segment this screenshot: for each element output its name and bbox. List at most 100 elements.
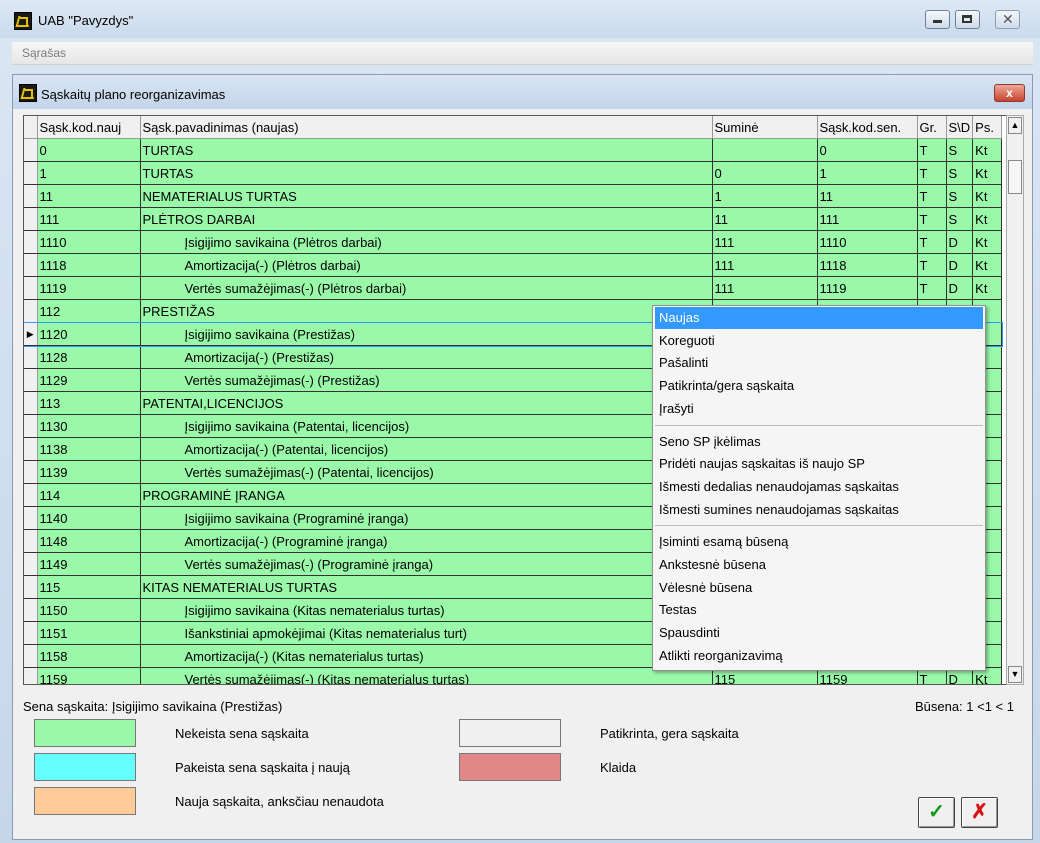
cell-new-code[interactable]: 1149 bbox=[37, 552, 141, 576]
cell-ps[interactable]: Kt bbox=[972, 138, 1003, 162]
cell-new-code[interactable]: 1120 bbox=[37, 322, 141, 346]
cell-new-name[interactable]: Amortizacija(-) (Plėtros darbai) bbox=[140, 253, 713, 277]
cell-new-name[interactable]: Amortizacija(-) (Kitas nematerialus turt… bbox=[140, 644, 713, 668]
table-row[interactable]: 11 NEMATERIALUS TURTAS 1 11 T S Kt bbox=[24, 184, 1003, 208]
table-row[interactable]: 1 TURTAS 0 1 T S Kt bbox=[24, 161, 1003, 185]
cell-old-code[interactable]: 0 bbox=[817, 138, 918, 162]
ok-button[interactable]: ✓ bbox=[918, 797, 955, 828]
context-menu-item[interactable]: Išmesti sumines nenaudojamas sąskaitas bbox=[655, 499, 983, 521]
context-menu-item[interactable]: Seno SP įkėlimas bbox=[655, 431, 983, 453]
cell-new-name[interactable]: Vertės sumažėjimas(-) (Patentai, licenci… bbox=[140, 460, 713, 484]
cell-group[interactable]: T bbox=[917, 161, 947, 185]
cell-sd[interactable]: S bbox=[946, 207, 974, 231]
cell-sd[interactable]: D bbox=[946, 276, 974, 300]
vertical-scrollbar[interactable]: ▲ ▼ bbox=[1006, 115, 1024, 685]
context-menu-item[interactable]: Testas bbox=[655, 599, 983, 621]
cell-new-name[interactable]: PATENTAI,LICENCIJOS bbox=[140, 391, 713, 415]
table-row[interactable]: 1118 Amortizacija(-) (Plėtros darbai) 111 1… bbox=[24, 253, 1003, 277]
cell-group[interactable]: T bbox=[917, 276, 947, 300]
context-menu-item[interactable]: Pašalinti bbox=[655, 352, 983, 374]
context-menu-item[interactable]: Pridėti naujas sąskaitas iš naujo SP bbox=[655, 453, 983, 475]
column-header-new-code[interactable]: Sąsk.kod.nauj bbox=[37, 116, 141, 139]
cell-ps[interactable]: Kt bbox=[972, 230, 1003, 254]
cell-new-code[interactable]: 1128 bbox=[37, 345, 141, 369]
dialog-close-button[interactable]: x bbox=[994, 84, 1025, 102]
cell-group[interactable]: T bbox=[917, 253, 947, 277]
cell-ps[interactable]: Kt bbox=[972, 207, 1003, 231]
scroll-down-icon[interactable]: ▼ bbox=[1008, 666, 1022, 683]
cell-new-code[interactable]: 1151 bbox=[37, 621, 141, 645]
cell-ps[interactable]: Kt bbox=[972, 161, 1003, 185]
cell-old-code[interactable]: 1119 bbox=[817, 276, 918, 300]
cell-sum[interactable] bbox=[712, 138, 818, 162]
scroll-thumb[interactable] bbox=[1008, 160, 1022, 194]
table-row[interactable]: 1119 Vertės sumažėjimas(-) (Plėtros darba… bbox=[24, 276, 1003, 300]
cell-new-name[interactable]: Įsigijimo savikaina (Plėtros darbai) bbox=[140, 230, 713, 254]
context-menu-item[interactable]: Spausdinti bbox=[655, 622, 983, 644]
table-row[interactable]: 0 TURTAS 0 T S Kt bbox=[24, 138, 1003, 162]
cell-old-code[interactable]: 11 bbox=[817, 184, 918, 208]
cell-ps[interactable]: Kt bbox=[972, 184, 1003, 208]
cell-sum[interactable]: 111 bbox=[712, 230, 818, 254]
maximize-button[interactable] bbox=[955, 10, 980, 29]
cell-new-name[interactable]: Vertės sumažėjimas(-) (Prestižas) bbox=[140, 368, 713, 392]
column-header-ps[interactable]: Ps. bbox=[972, 116, 1003, 139]
cell-new-name[interactable]: Vertės sumažėjimas(-) (Kitas nematerialu… bbox=[140, 667, 713, 684]
cell-new-code[interactable]: 1119 bbox=[37, 276, 141, 300]
column-header-group[interactable]: Gr. bbox=[917, 116, 947, 139]
window-close-button[interactable]: ✕ bbox=[995, 10, 1020, 29]
cell-new-name[interactable]: TURTAS bbox=[140, 161, 713, 185]
cell-new-code[interactable]: 1158 bbox=[37, 644, 141, 668]
cell-new-code[interactable]: 1159 bbox=[37, 667, 141, 684]
context-menu-item[interactable]: Patikrinta/gera sąskaita bbox=[655, 375, 983, 397]
column-header-new-name[interactable]: Sąsk.pavadinimas (naujas) bbox=[140, 116, 713, 139]
window-titlebar[interactable]: UAB "Pavyzdys" ✕ bbox=[0, 0, 1040, 38]
cell-sum[interactable]: 1 bbox=[712, 184, 818, 208]
cell-new-code[interactable]: 111 bbox=[37, 207, 141, 231]
column-header-sd[interactable]: S\D bbox=[946, 116, 974, 139]
cell-new-name[interactable]: TURTAS bbox=[140, 138, 713, 162]
cell-new-code[interactable]: 1140 bbox=[37, 506, 141, 530]
context-menu-item[interactable]: Įrašyti bbox=[655, 398, 983, 420]
cell-new-code[interactable]: 1148 bbox=[37, 529, 141, 553]
cell-new-name[interactable]: NEMATERIALUS TURTAS bbox=[140, 184, 713, 208]
cell-new-code[interactable]: 1129 bbox=[37, 368, 141, 392]
cell-new-name[interactable]: Amortizacija(-) (Patentai, licencijos) bbox=[140, 437, 713, 461]
cell-new-name[interactable]: PRESTIŽAS bbox=[140, 299, 713, 323]
context-menu-item[interactable]: Naujas bbox=[655, 307, 983, 329]
cell-group[interactable]: T bbox=[917, 138, 947, 162]
cell-new-code[interactable]: 11 bbox=[37, 184, 141, 208]
context-menu-item[interactable]: Atlikti reorganizavimą bbox=[655, 645, 983, 667]
cell-sd[interactable]: D bbox=[946, 230, 974, 254]
cell-new-code[interactable]: 1138 bbox=[37, 437, 141, 461]
cell-group[interactable]: T bbox=[917, 184, 947, 208]
column-header-sum[interactable]: Suminė bbox=[712, 116, 818, 139]
cell-new-code[interactable]: 115 bbox=[37, 575, 141, 599]
cell-old-code[interactable]: 1118 bbox=[817, 253, 918, 277]
cell-new-code[interactable]: 113 bbox=[37, 391, 141, 415]
cell-new-code[interactable]: 1 bbox=[37, 161, 141, 185]
context-menu-item[interactable]: Ankstesnė būsena bbox=[655, 554, 983, 576]
cell-group[interactable]: T bbox=[917, 230, 947, 254]
cell-ps[interactable]: Kt bbox=[972, 276, 1003, 300]
cell-new-name[interactable]: PROGRAMINĖ ĮRANGA bbox=[140, 483, 713, 507]
cell-old-code[interactable]: 1110 bbox=[817, 230, 918, 254]
dialog-titlebar[interactable]: Sąskaitų plano reorganizavimas x bbox=[13, 75, 1032, 109]
cancel-button[interactable]: ✗ bbox=[961, 797, 998, 828]
table-row[interactable]: 111 PLĖTROS DARBAI 11 111 T S Kt bbox=[24, 207, 1003, 231]
cell-new-name[interactable]: KITAS NEMATERIALUS TURTAS bbox=[140, 575, 713, 599]
minimize-button[interactable] bbox=[925, 10, 950, 29]
cell-sd[interactable]: S bbox=[946, 184, 974, 208]
cell-new-name[interactable]: Įsigijimo savikaina (Programinė įranga) bbox=[140, 506, 713, 530]
cell-new-name[interactable]: PLĖTROS DARBAI bbox=[140, 207, 713, 231]
cell-ps[interactable]: Kt bbox=[972, 253, 1003, 277]
table-row[interactable]: 1110 Įsigijimo savikaina (Plėtros darbai)… bbox=[24, 230, 1003, 254]
cell-sd[interactable]: D bbox=[946, 253, 974, 277]
context-menu-item[interactable]: Vėlesnė būsena bbox=[655, 577, 983, 599]
cell-sum[interactable]: 0 bbox=[712, 161, 818, 185]
cell-group[interactable]: T bbox=[917, 207, 947, 231]
cell-new-name[interactable]: Įsigijimo savikaina (Kitas nematerialus … bbox=[140, 598, 713, 622]
cell-old-code[interactable]: 1 bbox=[817, 161, 918, 185]
cell-new-code[interactable]: 1150 bbox=[37, 598, 141, 622]
context-menu-item[interactable]: Išmesti dedalias nenaudojamas sąskaitas bbox=[655, 476, 983, 498]
